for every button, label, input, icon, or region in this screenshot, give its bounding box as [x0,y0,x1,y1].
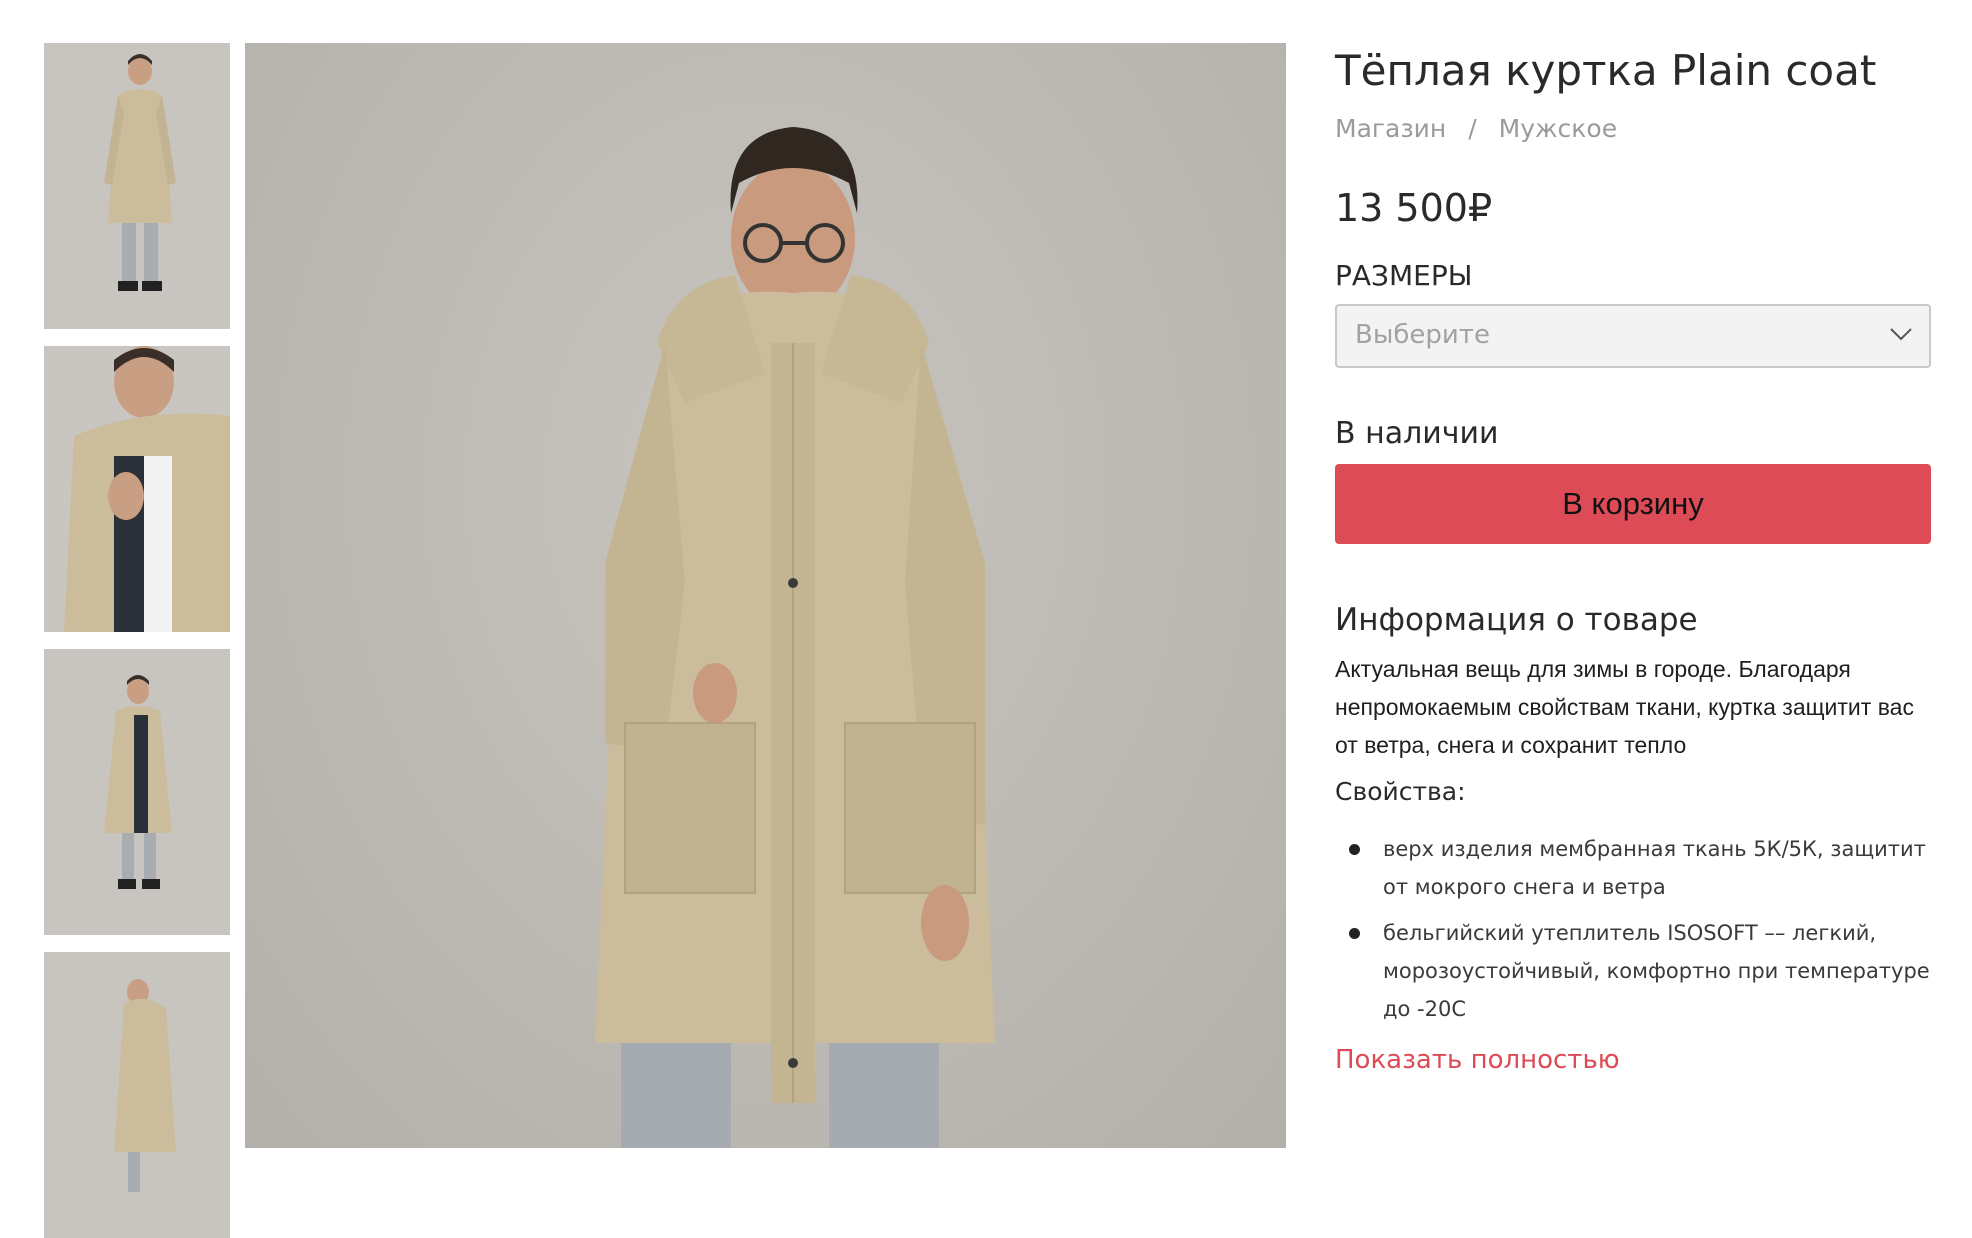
chevron-down-icon [1889,326,1913,346]
main-product-illustration [595,127,995,1148]
thumbnail-1[interactable] [44,43,230,329]
thumbnail-3-image [44,649,230,935]
product-details: Тёплая куртка Plain coat Магазин / Мужское… [1335,43,1935,1078]
breadcrumb-mens[interactable]: Мужское [1499,114,1617,143]
property-item: бельгийский утеплитель ISOSOFT –– легкий… [1335,914,1935,1028]
property-item: верх изделия мембранная ткань 5К/5К, защ… [1335,830,1935,906]
property-text: верх изделия мембранная ткань 5К/5К, защ… [1383,837,1926,899]
main-product-image[interactable] [245,43,1286,1148]
thumbnail-1-image [44,43,230,329]
properties-title: Свойства: [1335,777,1466,806]
show-more-link[interactable]: Показать полностью [1335,1042,1620,1078]
product-info-title: Информация о товаре [1335,602,1698,638]
thumbnail-3[interactable] [44,649,230,935]
breadcrumb: Магазин / Мужское [1335,113,1935,145]
thumbnail-2-image [44,346,230,632]
bullet-icon [1349,844,1360,855]
product-price: 13 500₽ [1335,186,1493,230]
thumbnail-2[interactable] [44,346,230,632]
thumbnail-4-image [44,952,230,1238]
size-select-placeholder: Выберите [1355,320,1490,350]
product-description: Актуальная вещь для зимы в городе. Благо… [1335,656,1914,758]
product-title: Тёплая куртка Plain coat [1335,46,1877,95]
breadcrumb-separator: / [1468,114,1477,143]
bullet-icon [1349,928,1360,939]
properties-list: верх изделия мембранная ткань 5К/5К, защ… [1335,830,1935,1028]
thumbnail-4[interactable] [44,952,230,1238]
breadcrumb-shop[interactable]: Магазин [1335,114,1446,143]
sizes-label: РАЗМЕРЫ [1335,259,1473,292]
size-select[interactable]: Выберите [1335,304,1931,368]
property-text: бельгийский утеплитель ISOSOFT –– легкий… [1383,921,1930,1021]
add-to-cart-button[interactable]: В корзину [1335,464,1931,544]
stock-status: В наличии [1335,416,1499,451]
